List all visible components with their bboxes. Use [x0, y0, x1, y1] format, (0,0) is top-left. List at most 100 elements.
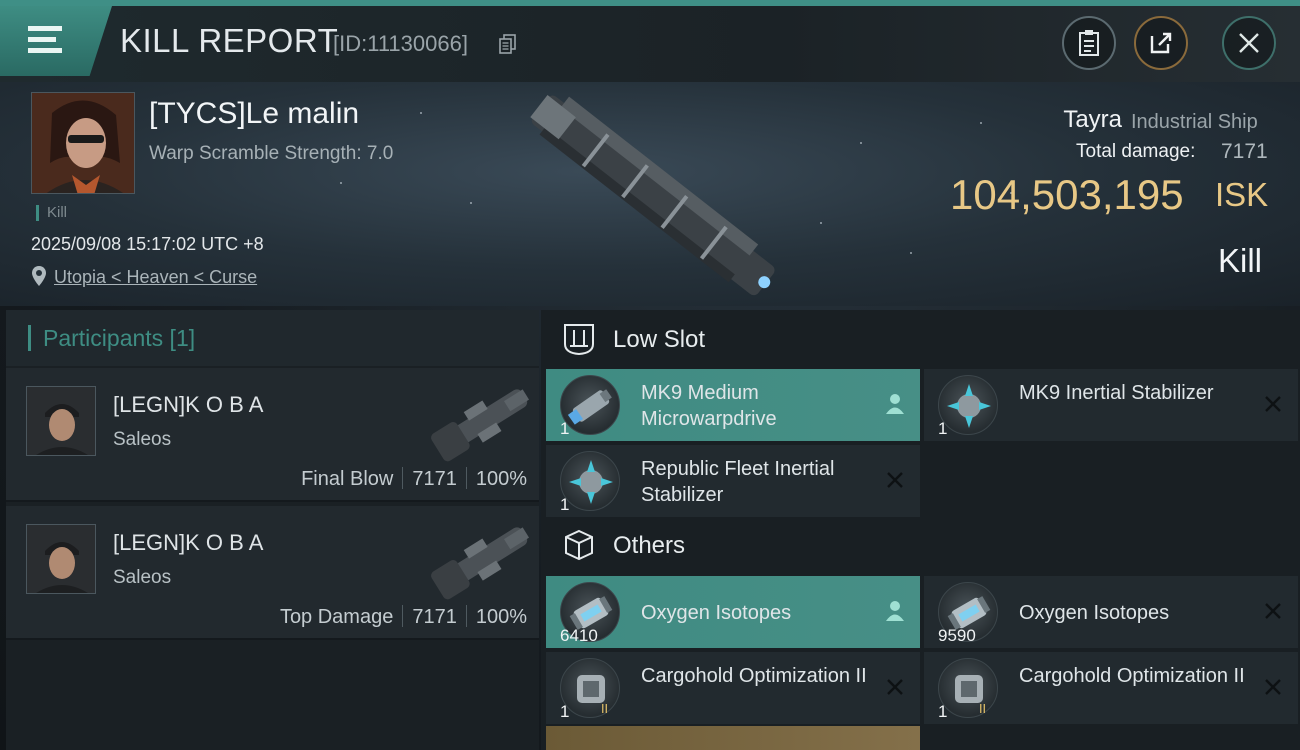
kill-result-label: Kill [1218, 242, 1263, 279]
participant-stats: Final Blow 7171 100% [301, 467, 527, 491]
others-title: Others [613, 532, 686, 559]
item-row[interactable]: 1 MK9 Medium Microwarpdrive [546, 369, 920, 441]
item-quantity: 1 [560, 702, 570, 721]
item-name: Oxygen Isotopes [641, 602, 792, 624]
hamburger-icon-bar [28, 48, 62, 53]
x-icon [887, 472, 903, 488]
star [910, 252, 912, 254]
clipboard-icon [1079, 30, 1099, 56]
low-slot-title: Low Slot [613, 326, 706, 353]
item-name: Cargohold Optimization II [1019, 665, 1245, 687]
x-icon [887, 679, 903, 695]
victim-ship-image [530, 95, 775, 296]
location-link[interactable]: Utopia < Heaven < Curse [54, 267, 257, 288]
participant-ship: Saleos [113, 567, 172, 588]
star [340, 182, 342, 184]
x-icon [1265, 603, 1281, 619]
person-icon [886, 601, 904, 621]
item-row[interactable]: 9590 Oxygen Isotopes [924, 576, 1298, 648]
star [470, 202, 472, 204]
share-icon [1150, 32, 1172, 54]
clipboard-button[interactable] [1062, 16, 1116, 70]
victim-portrait-image [32, 93, 134, 193]
star [860, 142, 862, 144]
participant-damage: 7171 [412, 606, 457, 628]
share-button[interactable] [1134, 16, 1188, 70]
victim-name[interactable]: [TYCS]Le malin [149, 97, 359, 131]
participant-ship: Saleos [113, 429, 172, 450]
participant-damage: 7171 [412, 468, 457, 490]
star [820, 222, 822, 224]
item-name: Oxygen Isotopes [1019, 602, 1170, 624]
page-title: KILL REPORT [120, 22, 339, 59]
participant-percent: 100% [475, 606, 527, 628]
item-row-partial[interactable] [546, 726, 920, 750]
divider [465, 467, 467, 489]
report-id: [ID:11130066] [333, 31, 468, 56]
ship-name[interactable]: Tayra [1063, 106, 1122, 134]
warp-scramble-strength: Warp Scramble Strength: 7.0 [149, 143, 394, 164]
item-quantity: 6410 [560, 626, 598, 645]
hamburger-icon-bar [28, 37, 56, 42]
item-row[interactable]: II 1 Cargohold Optimization II [924, 652, 1298, 724]
kill-datetime: 2025/09/08 15:17:02 UTC +8 [31, 234, 264, 254]
item-row[interactable]: 6410 Oxygen Isotopes [546, 576, 920, 648]
close-button[interactable] [1222, 16, 1276, 70]
item-quantity: 1 [560, 419, 570, 438]
inertial-stabilizer-icon-art [947, 384, 991, 428]
divider [465, 605, 467, 627]
others-section-header: Others [541, 518, 1300, 574]
participant-ship-image [431, 389, 530, 462]
svg-text:II: II [979, 702, 986, 716]
map-pin-icon [32, 266, 46, 286]
item-row[interactable]: 1 Republic Fleet Inertial Stabilizer [546, 445, 920, 517]
participant-portrait-image [27, 525, 95, 593]
participant-portrait-image [27, 387, 95, 455]
participant-row[interactable]: [LEGN]K O B A Saleos Top Damage 7171 100% [6, 506, 539, 640]
total-damage-label: Total damage: [1076, 141, 1196, 162]
microwarpdrive-icon-art [567, 389, 612, 425]
person-icon [886, 394, 904, 414]
x-icon [1265, 396, 1281, 412]
item-name: Republic Fleet Inertial Stabilizer [641, 458, 835, 506]
participant-name[interactable]: [LEGN]K O B A [113, 530, 263, 556]
participant-role: Final Blow [301, 468, 394, 490]
total-damage-value: 7171 [1221, 140, 1268, 163]
isk-value: 104,503,195 [950, 171, 1184, 218]
svg-text:II: II [601, 702, 608, 716]
cargohold-rig-icon-art: II [577, 675, 608, 716]
participant-percent: 100% [475, 468, 527, 490]
copy-icon[interactable] [499, 34, 517, 54]
participant-ship-image [431, 527, 530, 600]
participant-name[interactable]: [LEGN]K O B A [113, 392, 263, 418]
divider [402, 467, 404, 489]
item-name: MK9 Inertial Stabilizer [1019, 382, 1214, 404]
item-quantity: 1 [938, 419, 948, 438]
participants-title: Participants [1] [28, 325, 195, 351]
star [420, 112, 422, 114]
divider [402, 605, 404, 627]
ship-class: Industrial Ship [1131, 111, 1258, 133]
item-name: MK9 Medium Microwarpdrive [641, 382, 777, 430]
hamburger-icon [28, 26, 62, 31]
close-icon [1239, 33, 1259, 53]
participant-role: Top Damage [279, 606, 394, 628]
star [980, 122, 982, 124]
low-slot-icon [564, 324, 594, 356]
item-row[interactable]: II 1 Cargohold Optimization II [546, 652, 920, 724]
item-row[interactable]: 1 MK9 Inertial Stabilizer [924, 369, 1298, 441]
participant-avatar[interactable] [26, 386, 96, 456]
cube-icon [565, 529, 593, 561]
x-icon [1265, 679, 1281, 695]
participant-avatar[interactable] [26, 524, 96, 594]
victim-avatar[interactable] [31, 92, 135, 194]
isk-unit: ISK [1215, 176, 1269, 213]
low-slot-section-header: Low Slot [541, 312, 1300, 370]
cargohold-rig-icon-art: II [955, 675, 986, 716]
item-quantity: 1 [560, 495, 570, 514]
item-quantity: 9590 [938, 626, 976, 645]
inertial-stabilizer-icon-art [569, 460, 613, 504]
participant-stats: Top Damage 7171 100% [280, 605, 527, 629]
kill-tag: Kill [36, 205, 67, 221]
participant-row[interactable]: [LEGN]K O B A Saleos Final Blow 7171 100% [6, 368, 539, 502]
